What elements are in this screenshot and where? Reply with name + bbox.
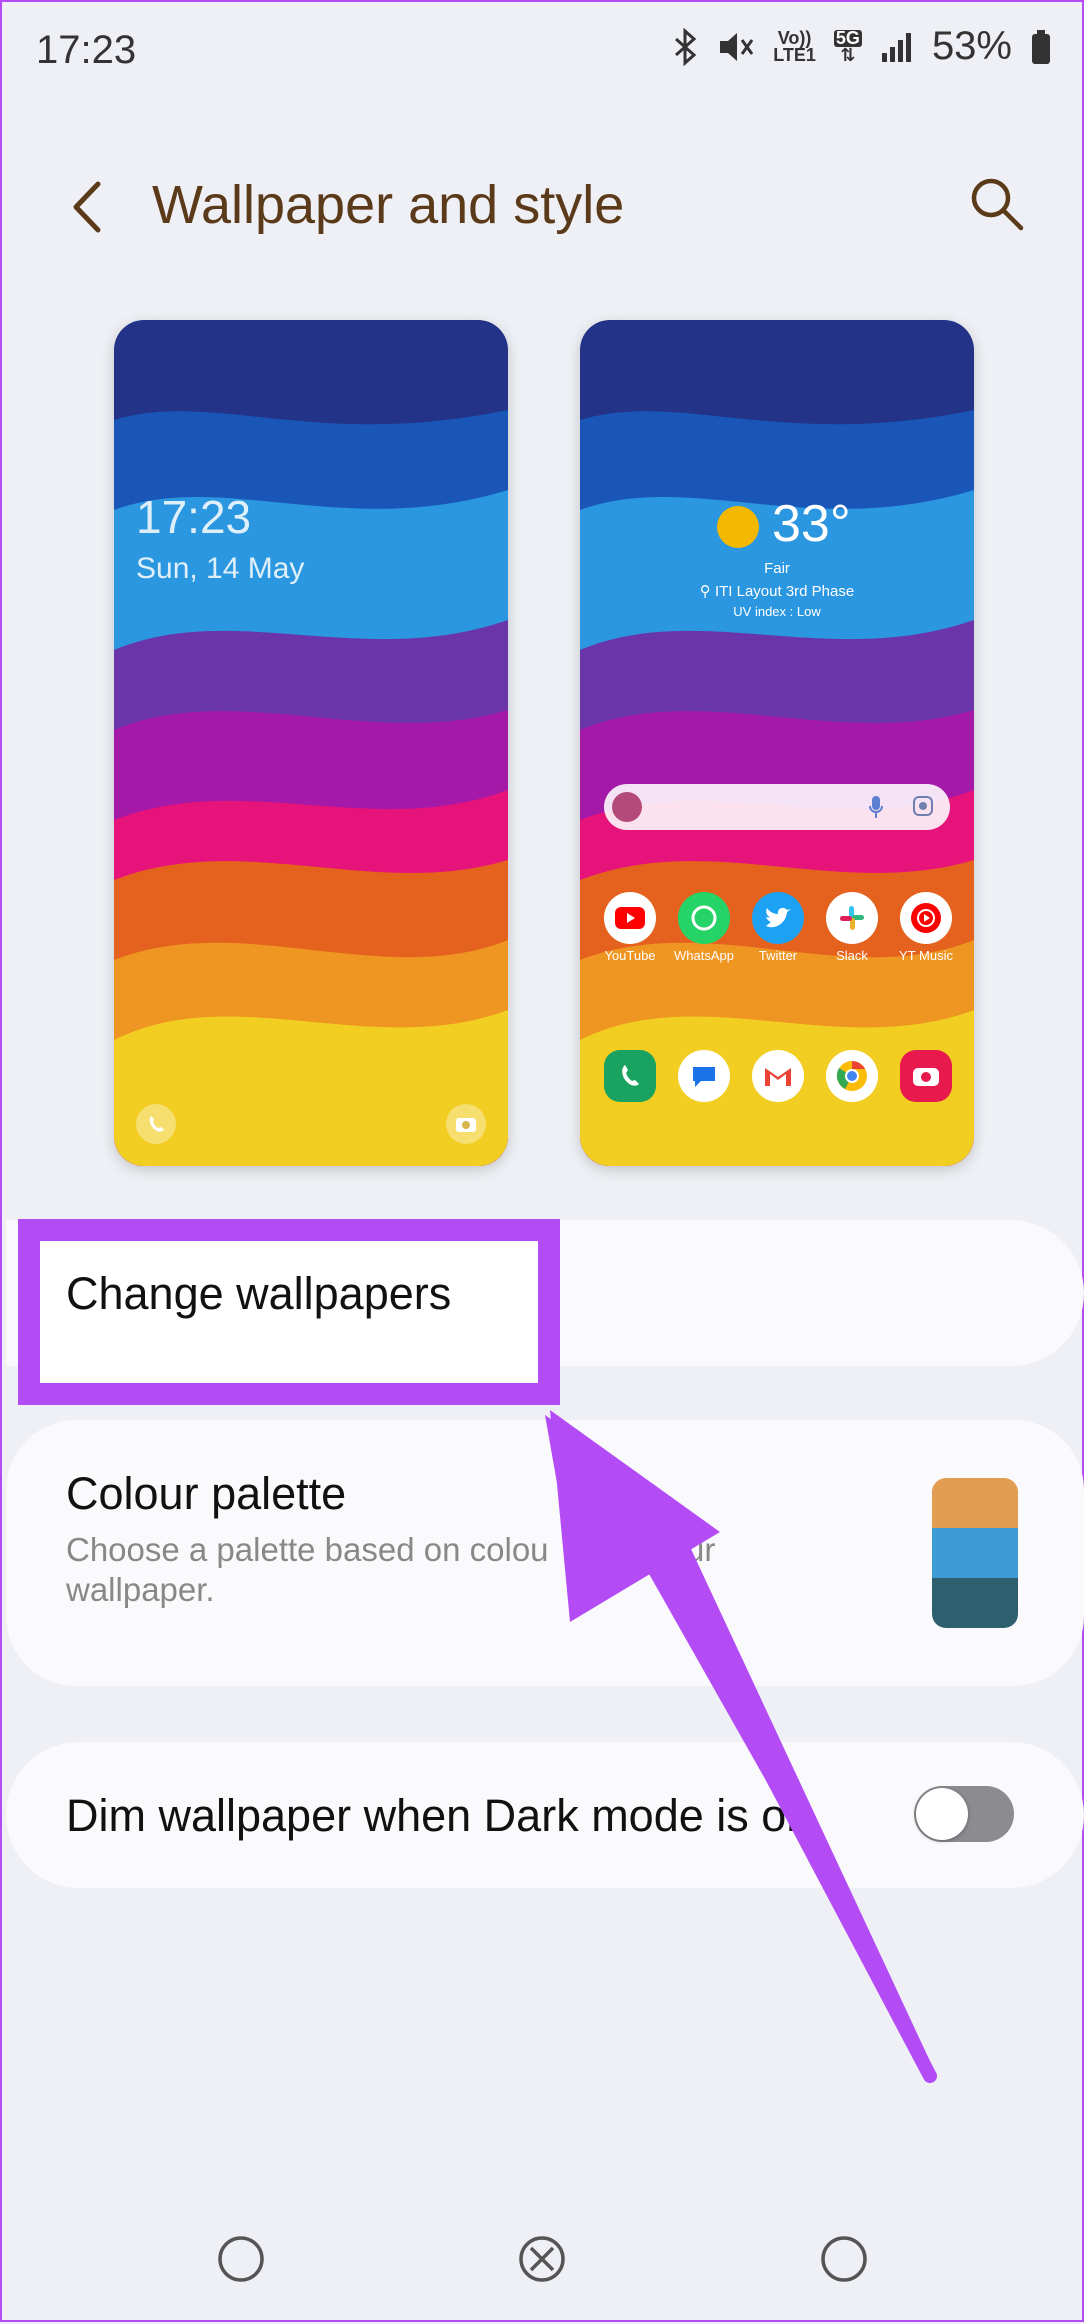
change-wallpapers-label[interactable]: Change wallpapers [66,1268,451,1320]
app-slack: Slack [816,892,888,963]
dim-wallpaper-toggle[interactable] [914,1786,1014,1842]
home-button[interactable] [517,2234,567,2284]
lte-text: LTE1 [773,44,816,65]
app-youtube: YouTube [594,892,666,963]
whatsapp-icon [678,892,730,944]
app-twitter: Twitter [742,892,814,963]
volte-text: Vo)) [777,27,812,48]
mic-icon [869,796,883,818]
google-search-bar [604,784,950,830]
lock-screen-preview[interactable]: 17:23 Sun, 14 May [114,320,508,1166]
page-title: Wallpaper and style [152,175,625,235]
colour-palette-subtitle: Choose a palette based on colou m your wal… [66,1530,826,1610]
sun-icon [717,506,759,548]
recents-button[interactable] [216,2234,266,2284]
dock-phone [594,1050,666,1102]
lock-camera-shortcut-icon [446,1104,486,1144]
signal-icon [881,32,911,62]
weather-temperature: 33° [772,495,851,553]
data-arrows-icon: ⇅ [840,44,856,65]
home-screen-preview[interactable]: 33° Fair ⚲ ITI Layout 3rd Phase UV index… [580,320,974,1166]
lock-phone-shortcut-icon [136,1104,176,1144]
phone-icon [604,1050,656,1102]
app-label: WhatsApp [674,948,734,963]
chrome-icon [826,1050,878,1102]
battery-icon [1032,29,1050,64]
dock-chrome [816,1050,888,1102]
dock-camera [890,1050,962,1102]
subtitle-part-2: m your [614,1531,716,1568]
app-whatsapp: WhatsApp [668,892,740,963]
lock-screen-time: 17:23 [136,491,252,543]
status-time: 17:23 [36,28,137,72]
status-icons: Vo)) LTE1 5G ⇅ 53% [673,24,1052,69]
toggle-knob [916,1788,968,1840]
wallpaper-waves [114,320,508,1166]
swatch-orange [932,1478,1018,1528]
dock-messages [668,1050,740,1102]
subtitle-part-3: wallpaper. [66,1571,215,1608]
swatch-blue [932,1528,1018,1578]
volte-indicator: Vo)) LTE1 [773,27,816,65]
app-label: Slack [836,948,868,963]
weather-uv-index: UV index : Low [733,604,821,619]
weather-location-row: ⚲ ITI Layout 3rd Phase [580,582,974,600]
mute-icon [720,32,754,61]
app-label: Twitter [758,948,798,963]
app-yt-music: YT Music [890,892,962,963]
location-pin-icon: ⚲ [699,583,715,600]
google-icon [612,792,642,822]
subtitle-part-1: Choose a palette based on colou [66,1531,549,1568]
lock-screen-date: Sun, 14 May [136,552,305,585]
app-label: YouTube [604,948,656,963]
bluetooth-icon [675,27,697,66]
colour-palette-title: Colour palette [66,1468,347,1519]
battery-percent: 53% [931,24,1012,68]
colour-palette-swatch[interactable] [932,1478,1018,1628]
network-type-indicator: 5G ⇅ [833,27,862,65]
messages-icon [678,1050,730,1102]
youtube-icon [604,892,656,944]
dim-wallpaper-label: Dim wallpaper when Dark mode is on [66,1790,812,1841]
search-icon[interactable] [967,174,1027,234]
back-button[interactable] [62,172,114,242]
yt-music-icon [900,892,952,944]
wallpaper-waves [580,320,974,1166]
camera-icon [900,1050,952,1102]
gmail-icon [752,1050,804,1102]
lens-icon [913,796,933,816]
dock-gmail [742,1050,814,1102]
network-badge: 5G [833,27,862,48]
app-label: YT Music [899,948,953,963]
swatch-teal [932,1578,1018,1628]
twitter-icon [752,892,804,944]
back-nav-button[interactable] [819,2234,869,2284]
weather-condition: Fair [764,560,790,577]
weather-location: ITI Layout 3rd Phase [714,583,855,600]
slack-icon [826,892,878,944]
